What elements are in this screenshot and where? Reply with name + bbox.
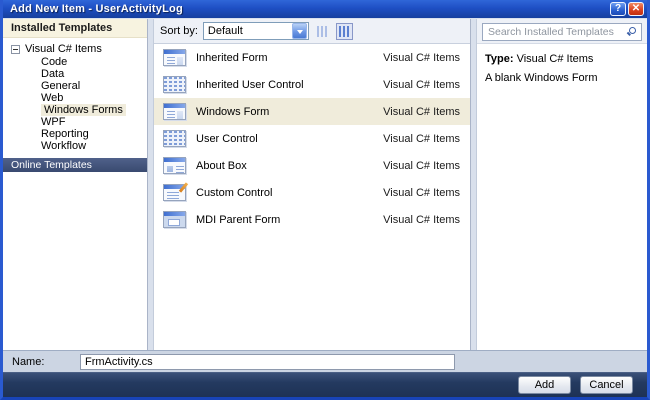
sort-toolbar: Sort by: Default (154, 19, 470, 44)
search-input[interactable] (482, 23, 642, 41)
small-icons-view-button[interactable] (335, 22, 353, 40)
template-item-mdi-parent-form[interactable]: MDI Parent Form Visual C# Items (154, 206, 470, 233)
add-new-item-dialog: Add New Item - UserActivityLog ? ✕ Insta… (0, 0, 650, 400)
name-row: Name: (3, 350, 647, 372)
add-button[interactable]: Add (518, 376, 571, 394)
template-item-windows-form[interactable]: Windows Form Visual C# Items (154, 98, 470, 125)
tree-root-label: Visual C# Items (25, 43, 102, 55)
type-value: Visual C# Items (516, 53, 594, 65)
window-title: Add New Item - UserActivityLog (10, 3, 183, 15)
tree-item-reporting[interactable]: Reporting (3, 128, 147, 140)
help-icon[interactable]: ? (610, 2, 626, 16)
templates-tree: Visual C# Items Code Data General Web Wi… (3, 38, 147, 154)
inherited-user-control-icon (163, 76, 186, 93)
tree-node-visual-csharp-items[interactable]: Visual C# Items (3, 42, 147, 56)
titlebar[interactable]: Add New Item - UserActivityLog ? ✕ (3, 0, 647, 18)
custom-control-icon (163, 184, 186, 201)
template-list: Inherited Form Visual C# Items Inherited… (154, 44, 470, 350)
name-label: Name: (12, 355, 45, 368)
dialog-body: Installed Templates Visual C# Items Code… (3, 18, 647, 350)
about-box-icon (163, 157, 186, 174)
inherited-form-icon (163, 49, 186, 66)
windows-form-icon (163, 103, 186, 120)
dialog-footer: Add Cancel (3, 372, 647, 397)
installed-templates-header: Installed Templates (3, 19, 147, 38)
templates-list-panel: Sort by: Default Inherited Form Visual C… (153, 19, 471, 350)
tree-item-web[interactable]: Web (3, 92, 147, 104)
dropdown-arrow-icon[interactable] (291, 23, 307, 39)
sort-dropdown[interactable]: Default (202, 22, 309, 40)
tree-item-general[interactable]: General (3, 80, 147, 92)
tree-item-workflow[interactable]: Workflow (3, 140, 147, 152)
template-description: A blank Windows Form (485, 72, 598, 84)
details-panel: Type: Visual C# Items A blank Windows Fo… (476, 19, 647, 350)
medium-icons-view-icon (317, 25, 328, 37)
medium-icons-view-button[interactable] (314, 23, 331, 40)
mdi-parent-form-icon (163, 211, 186, 228)
name-input[interactable] (80, 353, 455, 370)
tree-item-data[interactable]: Data (3, 68, 147, 80)
small-icons-view-icon (339, 25, 350, 37)
online-templates-header[interactable]: Online Templates (3, 158, 147, 172)
sort-by-label: Sort by: (160, 25, 198, 37)
cancel-button[interactable]: Cancel (580, 376, 633, 394)
type-label: Type: (485, 53, 514, 65)
titlebar-buttons: ? ✕ (610, 2, 644, 16)
tree-item-windows-forms[interactable]: Windows Forms (3, 104, 147, 116)
sort-dropdown-value: Default (207, 25, 243, 37)
template-item-user-control[interactable]: User Control Visual C# Items (154, 125, 470, 152)
search-icon[interactable] (629, 27, 636, 34)
template-item-custom-control[interactable]: Custom Control Visual C# Items (154, 179, 470, 206)
type-line: Type: Visual C# Items (485, 53, 639, 65)
user-control-icon (163, 130, 186, 147)
close-icon[interactable]: ✕ (628, 2, 644, 16)
tree-item-wpf[interactable]: WPF (3, 116, 147, 128)
template-item-inherited-form[interactable]: Inherited Form Visual C# Items (154, 44, 470, 71)
template-item-inherited-user-control[interactable]: Inherited User Control Visual C# Items (154, 71, 470, 98)
template-item-about-box[interactable]: About Box Visual C# Items (154, 152, 470, 179)
tree-item-code[interactable]: Code (3, 56, 147, 68)
search-area (477, 19, 647, 44)
sidebar-empty-area (3, 172, 147, 350)
collapse-minus-icon[interactable] (11, 44, 20, 54)
templates-sidebar: Installed Templates Visual C# Items Code… (3, 19, 148, 350)
template-details: Type: Visual C# Items A blank Windows Fo… (477, 44, 647, 350)
